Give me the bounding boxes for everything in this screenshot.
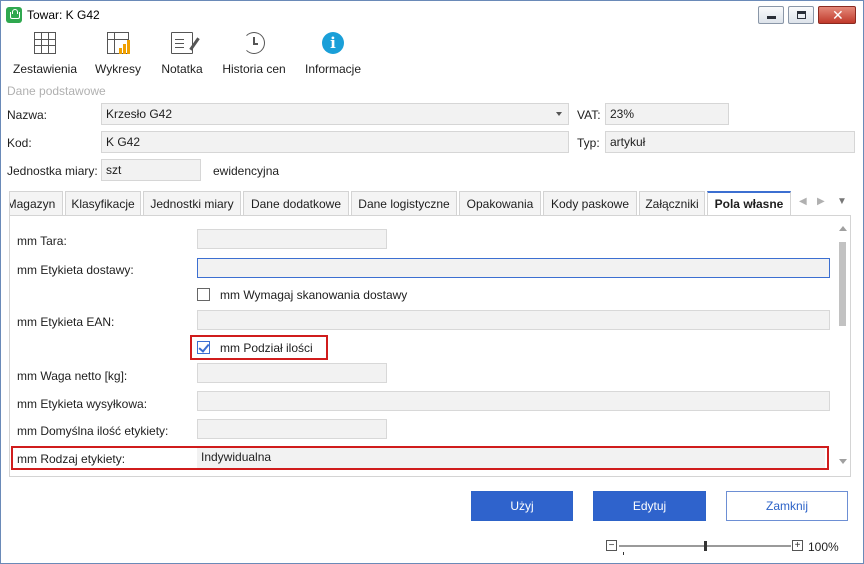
name-label: Nazwa: xyxy=(7,108,48,122)
minimize-button[interactable] xyxy=(758,6,784,24)
tab-scroll-right-icon[interactable]: ▶ xyxy=(817,196,825,207)
name-combobox[interactable]: Krzesło G42 xyxy=(101,103,569,125)
podzial-ilosci-checkbox[interactable] xyxy=(197,341,210,354)
toolbar-label: Wykresy xyxy=(95,62,141,76)
chart-icon xyxy=(107,32,130,54)
tab-jednostki-miary[interactable]: Jednostki miary xyxy=(143,191,241,215)
tab-dane-logistyczne[interactable]: Dane logistyczne xyxy=(351,191,457,215)
toolbar-label: Zestawienia xyxy=(12,62,78,76)
toolbar: Zestawienia Wykresy Notatka Historia cen… xyxy=(1,29,863,81)
code-field[interactable]: K G42 xyxy=(101,131,569,153)
section-title: Dane podstawowe xyxy=(7,84,106,98)
tab-list-chevron-icon[interactable]: ▼ xyxy=(837,196,847,207)
podzial-ilosci-label: mm Podział ilości xyxy=(220,341,313,355)
zoom-tick xyxy=(623,552,624,555)
title-bar: Towar: K G42 ✕ xyxy=(1,1,863,29)
wymagaj-skanowania-checkbox[interactable] xyxy=(197,288,210,301)
tara-label: mm Tara: xyxy=(17,234,67,248)
info-icon: i xyxy=(322,32,344,54)
etykieta-dostawy-label: mm Etykieta dostawy: xyxy=(17,263,134,277)
vat-label: VAT: xyxy=(577,108,601,122)
tara-field[interactable] xyxy=(197,229,387,249)
etykieta-wysylkowa-field[interactable] xyxy=(197,391,830,411)
close-button[interactable]: Zamknij xyxy=(726,491,848,521)
scroll-up-icon[interactable] xyxy=(839,226,847,231)
edit-button[interactable]: Edytuj xyxy=(593,491,706,521)
toolbar-notatka-button[interactable]: Notatka xyxy=(157,29,207,79)
tab-kody-paskowe[interactable]: Kody paskowe xyxy=(543,191,637,215)
toolbar-label: Notatka xyxy=(161,62,203,76)
chevron-down-icon xyxy=(556,112,562,116)
type-field[interactable]: artykuł xyxy=(605,131,855,153)
tab-zalaczniki[interactable]: Załączniki xyxy=(639,191,705,215)
minimize-icon xyxy=(767,16,776,19)
domyslna-ilosc-label: mm Domyślna ilość etykiety: xyxy=(17,424,169,438)
toolbar-informacje-button[interactable]: i Informacje xyxy=(301,29,365,79)
zoom-level: 100% xyxy=(808,540,839,554)
maximize-button[interactable] xyxy=(788,6,814,24)
window-close-button[interactable]: ✕ xyxy=(818,6,856,24)
zoom-slider-thumb[interactable] xyxy=(704,541,707,551)
etykieta-wysylkowa-label: mm Etykieta wysyłkowa: xyxy=(17,397,148,411)
waga-netto-field[interactable] xyxy=(197,363,387,383)
toolbar-label: Informacje xyxy=(304,62,362,76)
tab-opakowania[interactable]: Opakowania xyxy=(459,191,541,215)
maximize-icon xyxy=(797,11,806,19)
waga-netto-label: mm Waga netto [kg]: xyxy=(17,369,128,383)
item-window: Towar: K G42 ✕ Zestawienia Wykresy Notat… xyxy=(0,0,864,564)
toolbar-historia-cen-button[interactable]: Historia cen xyxy=(219,29,289,79)
tab-dane-dodatkowe[interactable]: Dane dodatkowe xyxy=(243,191,349,215)
tab-klasyfikacje[interactable]: Klasyfikacje xyxy=(65,191,141,215)
unit-note: ewidencyjna xyxy=(213,164,280,178)
history-icon xyxy=(243,32,265,54)
window-title: Towar: K G42 xyxy=(27,8,100,22)
toolbar-label: Historia cen xyxy=(222,62,286,76)
code-label: Kod: xyxy=(7,136,32,150)
rodzaj-etykiety-label: mm Rodzaj etykiety: xyxy=(17,452,126,466)
vat-field[interactable]: 23% xyxy=(605,103,729,125)
toolbar-wykresy-button[interactable]: Wykresy xyxy=(91,29,145,79)
tab-strip: Magazyn Klasyfikacje Jednostki miary Dan… xyxy=(9,191,861,216)
ean-field[interactable] xyxy=(197,310,830,330)
zoom-in-button[interactable]: + xyxy=(792,540,803,551)
table-icon xyxy=(34,32,56,54)
scroll-thumb[interactable] xyxy=(839,242,846,326)
panel-scrollbar[interactable] xyxy=(836,224,850,468)
use-button[interactable]: Użyj xyxy=(471,491,573,521)
tab-pola-wlasne[interactable]: Pola własne xyxy=(707,191,791,216)
note-icon xyxy=(171,32,193,54)
unit-field[interactable]: szt xyxy=(101,159,201,181)
tab-magazyn[interactable]: Magazyn xyxy=(9,191,63,215)
type-label: Typ: xyxy=(577,136,600,150)
name-value: Krzesło G42 xyxy=(106,107,173,121)
ean-label: mm Etykieta EAN: xyxy=(17,315,115,329)
unit-label: Jednostka miary: xyxy=(7,164,98,178)
domyslna-ilosc-field[interactable] xyxy=(197,419,387,439)
tab-scroll-left-icon[interactable]: ◀ xyxy=(799,196,807,207)
basket-icon xyxy=(6,7,22,23)
wymagaj-skanowania-label: mm Wymagaj skanowania dostawy xyxy=(220,288,408,302)
custom-fields-panel: mm Tara: mm Etykieta dostawy: mm Wymagaj… xyxy=(9,215,851,477)
rodzaj-etykiety-field[interactable]: Indywidualna xyxy=(197,448,825,468)
zoom-out-button[interactable]: − xyxy=(606,540,617,551)
etykieta-dostawy-field[interactable] xyxy=(197,258,830,278)
close-icon: ✕ xyxy=(832,7,844,23)
scroll-down-icon[interactable] xyxy=(839,459,847,464)
toolbar-zestawienia-button[interactable]: Zestawienia xyxy=(9,29,81,79)
